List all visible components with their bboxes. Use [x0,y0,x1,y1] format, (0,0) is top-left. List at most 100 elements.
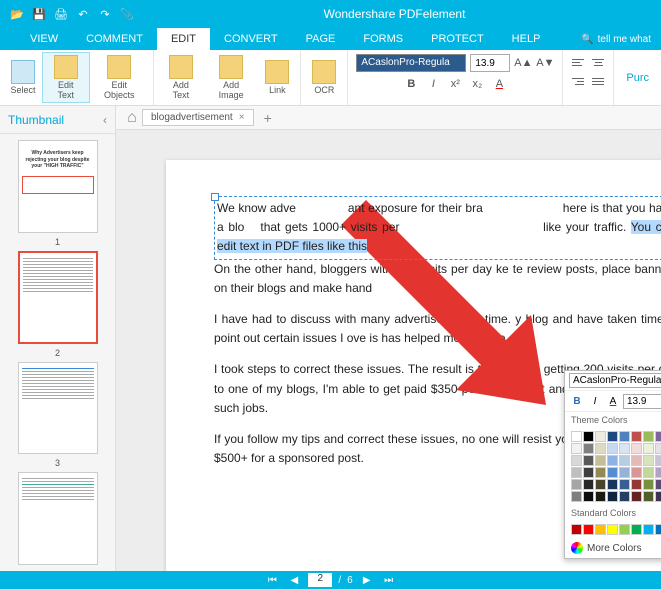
superscript-button[interactable]: x² [446,75,464,93]
thumbnail-collapse-icon[interactable]: ‹ [103,113,107,127]
color-swatch[interactable] [607,524,618,535]
subscript-button[interactable]: x₂ [468,75,486,93]
tell-me-search[interactable]: 🔍 tell me what [581,28,661,50]
align-left-button[interactable] [569,54,587,70]
menu-view[interactable]: View [16,28,72,50]
purchase-link[interactable]: Purc [614,50,661,105]
color-swatch[interactable] [595,491,606,502]
color-swatch[interactable] [643,491,654,502]
ocr-button[interactable]: OCR [305,58,343,98]
color-swatch[interactable] [571,431,582,442]
thumbnail-page-2[interactable] [18,251,98,344]
color-swatch[interactable] [619,431,630,442]
color-swatch[interactable] [619,467,630,478]
color-swatch[interactable] [643,479,654,490]
color-swatch[interactable] [631,524,642,535]
thumbnail-page-4[interactable] [18,472,98,565]
font-name-select[interactable]: ACaslonPro-Regula [356,54,466,72]
home-icon[interactable]: ⌂ [122,108,142,128]
thumbnail-page-1[interactable]: Why Advertisers keep rejecting your blog… [18,140,98,233]
color-swatch[interactable] [619,479,630,490]
color-swatch[interactable] [619,491,630,502]
color-swatch[interactable] [607,455,618,466]
color-swatch[interactable] [631,455,642,466]
add-tab-button[interactable]: + [258,110,278,126]
document-tab[interactable]: blogadvertisement × [142,109,254,126]
color-swatch[interactable] [583,467,594,478]
color-swatch[interactable] [571,479,582,490]
paragraph-3[interactable]: I have had to discuss with many advertis… [214,310,661,348]
color-swatch[interactable] [655,431,661,442]
color-swatch[interactable] [583,491,594,502]
mini-font-name[interactable] [569,373,661,388]
color-swatch[interactable] [655,467,661,478]
color-swatch[interactable] [655,524,661,535]
color-swatch[interactable] [607,479,618,490]
color-swatch[interactable] [571,524,582,535]
bold-button[interactable]: B [402,75,420,93]
color-swatch[interactable] [643,467,654,478]
menu-comment[interactable]: Comment [72,28,157,50]
undo-icon[interactable]: ↶ [74,5,92,23]
editing-text-block[interactable]: We know adve rtisers w ant exposure for … [214,196,661,260]
color-swatch[interactable] [607,491,618,502]
grow-font-button[interactable]: A▲ [514,54,532,72]
color-swatch[interactable] [571,455,582,466]
menu-protect[interactable]: Protect [417,28,498,50]
color-swatch[interactable] [595,443,606,454]
menu-help[interactable]: Help [498,28,555,50]
add-text-button[interactable]: Add Text [158,53,204,103]
menu-convert[interactable]: Convert [210,28,292,50]
color-swatch[interactable] [595,431,606,442]
mini-italic-button[interactable]: I [587,393,603,409]
color-swatch[interactable] [655,455,661,466]
color-swatch[interactable] [583,524,594,535]
color-swatch[interactable] [631,491,642,502]
menu-page[interactable]: Page [292,28,350,50]
italic-button[interactable]: I [424,75,442,93]
redo-icon[interactable]: ↷ [96,5,114,23]
color-swatch[interactable] [595,524,606,535]
add-image-button[interactable]: Add Image [204,53,258,103]
open-icon[interactable]: 📂 [8,5,26,23]
color-swatch[interactable] [619,443,630,454]
mini-bold-button[interactable]: B [569,393,585,409]
menu-edit[interactable]: Edit [157,28,210,50]
color-swatch[interactable] [571,467,582,478]
color-swatch[interactable] [583,443,594,454]
color-swatch[interactable] [571,443,582,454]
color-swatch[interactable] [583,455,594,466]
color-swatch[interactable] [643,431,654,442]
color-swatch[interactable] [583,479,594,490]
color-swatch[interactable] [643,455,654,466]
shrink-font-button[interactable]: A▼ [536,54,554,72]
color-swatch[interactable] [583,431,594,442]
color-swatch[interactable] [595,479,606,490]
color-swatch[interactable] [631,443,642,454]
last-page-button[interactable]: ⏭ [381,573,397,587]
prev-page-button[interactable]: ◀ [286,573,302,587]
color-swatch[interactable] [619,455,630,466]
attach-icon[interactable]: 📎 [118,5,136,23]
page-number-input[interactable]: 2 [308,573,332,587]
close-tab-icon[interactable]: × [239,112,245,123]
first-page-button[interactable]: ⏮ [264,573,280,587]
color-swatch[interactable] [595,455,606,466]
mini-font-color-button[interactable]: A [605,393,621,409]
color-swatch[interactable] [607,443,618,454]
color-swatch[interactable] [655,443,661,454]
font-size-input[interactable] [470,54,510,72]
next-page-button[interactable]: ▶ [359,573,375,587]
print-icon[interactable]: 🖨 [52,5,70,23]
save-icon[interactable]: 💾 [30,5,48,23]
color-swatch[interactable] [631,479,642,490]
color-swatch[interactable] [631,467,642,478]
align-center-button[interactable] [589,54,607,70]
thumbnail-page-3[interactable] [18,362,98,455]
color-swatch[interactable] [595,467,606,478]
color-swatch[interactable] [655,479,661,490]
color-swatch[interactable] [571,491,582,502]
mini-font-size[interactable] [623,394,661,409]
paragraph-2[interactable]: On the other hand, bloggers with 200 vis… [214,260,661,298]
color-swatch[interactable] [607,431,618,442]
